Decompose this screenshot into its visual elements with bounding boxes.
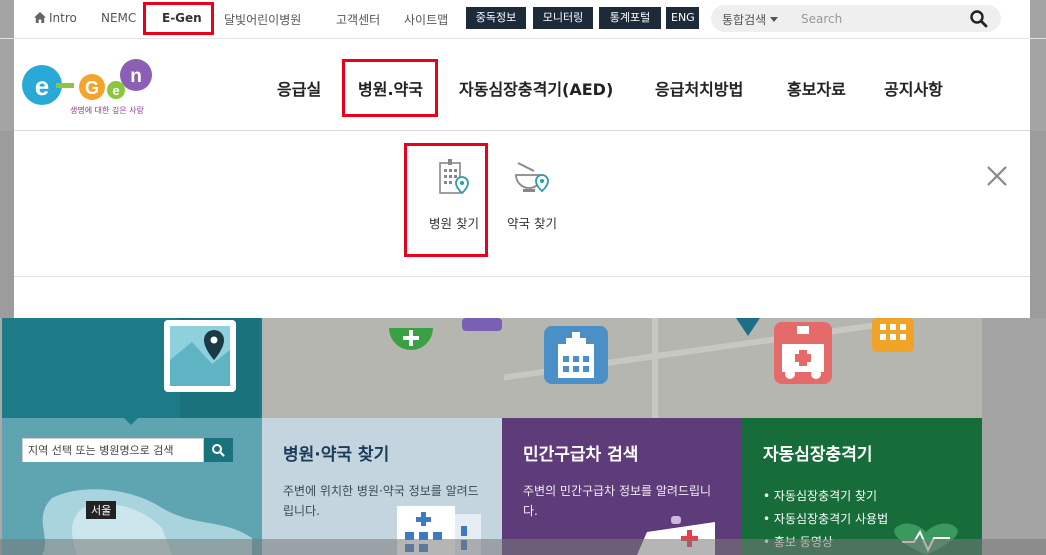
- aed-card[interactable]: 자동심장충격기 자동심장충격기 찾기 자동심장충격기 사용법 홍보 동영상: [742, 418, 982, 555]
- utility-bar: Intro NEMC E-Gen 달빛어린이병원 고객센터 사이트맵 중독정보 …: [0, 0, 1046, 38]
- ambulance-search-card[interactable]: 민간구급차 검색 주변의 민간구급차 정보를 알려드립니다.: [502, 418, 742, 555]
- submenu-find-hospital[interactable]: 병원 찾기: [418, 159, 490, 232]
- home-icon: [34, 12, 46, 23]
- search-input[interactable]: [801, 8, 961, 29]
- region-search-panel: 서울: [2, 418, 262, 555]
- stats-portal-button[interactable]: 통계포털: [599, 7, 661, 29]
- search-box: 통합검색: [711, 5, 1001, 32]
- search-scope-select[interactable]: 통합검색: [722, 11, 779, 28]
- main-header: e G e n 생명에 대한 깊은 사랑 응급실 병원.약국 자동심장충격기(A…: [0, 38, 1046, 131]
- hospital-pharmacy-card[interactable]: 병원·약국 찾기 주변에 위치한 병원·약국 정보를 알려드립니다.: [262, 418, 502, 555]
- egen-link[interactable]: E-Gen: [162, 11, 202, 25]
- poison-info-button[interactable]: 중독정보: [466, 7, 526, 29]
- seoul-region-label[interactable]: 서울: [86, 501, 117, 519]
- nav-hospital-pharmacy[interactable]: 병원.약국: [358, 76, 423, 100]
- caret-down-icon: [770, 17, 779, 22]
- svg-text:G: G: [85, 78, 99, 98]
- nav-aed[interactable]: 자동심장충격기(AED): [459, 76, 613, 100]
- submenu-panel: 병원 찾기 약국 찾기: [14, 130, 1030, 318]
- overlay-left: [0, 0, 14, 38]
- pharmacy-bowl-icon: [389, 328, 433, 350]
- purple-block-icon: [462, 318, 502, 331]
- ambulance-card-title: 민간구급차 검색: [523, 445, 639, 465]
- bottom-overlay: [0, 539, 1046, 555]
- submenu-divider: [14, 276, 1030, 277]
- aed-find-link[interactable]: 자동심장충격기 찾기: [763, 485, 982, 508]
- customer-center-link[interactable]: 고객센터: [336, 11, 380, 28]
- map-location-icon: [164, 320, 236, 392]
- pharmacy-location-icon: [515, 162, 549, 193]
- overlay-left: [0, 39, 14, 131]
- logo-tagline: 생명에 대한 깊은 사랑: [70, 106, 144, 115]
- overlay-right: [1030, 0, 1046, 38]
- hospital-location-icon: [439, 159, 469, 195]
- hospital-card-title: 병원·약국 찾기: [283, 445, 390, 465]
- close-icon[interactable]: [984, 163, 1010, 189]
- svg-text:e: e: [112, 83, 119, 98]
- overlay-right: [982, 318, 1046, 555]
- nav-first-aid[interactable]: 응급처치방법: [655, 76, 743, 100]
- calculator-icon: [872, 318, 914, 352]
- nav-promotion[interactable]: 홍보자료: [787, 76, 846, 100]
- overlay-right: [1030, 39, 1046, 131]
- svg-text:n: n: [130, 66, 142, 87]
- main-content: 서울 병원·약국 찾기 주변에 위치한 병원·약국 정보를 알려드립니다. 민간…: [0, 318, 1046, 555]
- nav-emergency-room[interactable]: 응급실: [277, 76, 321, 100]
- sitemap-link[interactable]: 사이트맵: [404, 11, 448, 28]
- monitoring-button[interactable]: 모니터링: [533, 7, 593, 29]
- intro-link[interactable]: Intro: [34, 11, 77, 25]
- ambulance-card-desc: 주변의 민간구급차 정보를 알려드립니다.: [523, 484, 712, 518]
- search-icon: [212, 444, 225, 457]
- search-scope-label: 통합검색: [722, 13, 767, 27]
- find-pharmacy-label: 약국 찾기: [507, 216, 557, 231]
- find-hospital-label: 병원 찾기: [429, 216, 479, 231]
- submenu-find-pharmacy[interactable]: 약국 찾기: [494, 159, 570, 232]
- map-pin-icon: [736, 318, 760, 336]
- aed-card-title: 자동심장충격기: [763, 445, 873, 465]
- search-icon[interactable]: [969, 9, 989, 29]
- region-search-button[interactable]: [204, 438, 233, 462]
- region-search-field: [22, 438, 204, 462]
- nav-notice[interactable]: 공지사항: [884, 76, 943, 100]
- dalbit-hospital-link[interactable]: 달빛어린이병원: [224, 11, 301, 28]
- region-pointer: [122, 416, 140, 425]
- ambulance-icon: [774, 322, 832, 384]
- svg-text:e: e: [35, 71, 49, 101]
- nemc-link[interactable]: NEMC: [101, 11, 136, 25]
- hospital-building-icon: [544, 326, 608, 384]
- intro-label: Intro: [49, 11, 77, 25]
- region-search-input[interactable]: [23, 439, 203, 462]
- english-button[interactable]: ENG: [666, 7, 699, 29]
